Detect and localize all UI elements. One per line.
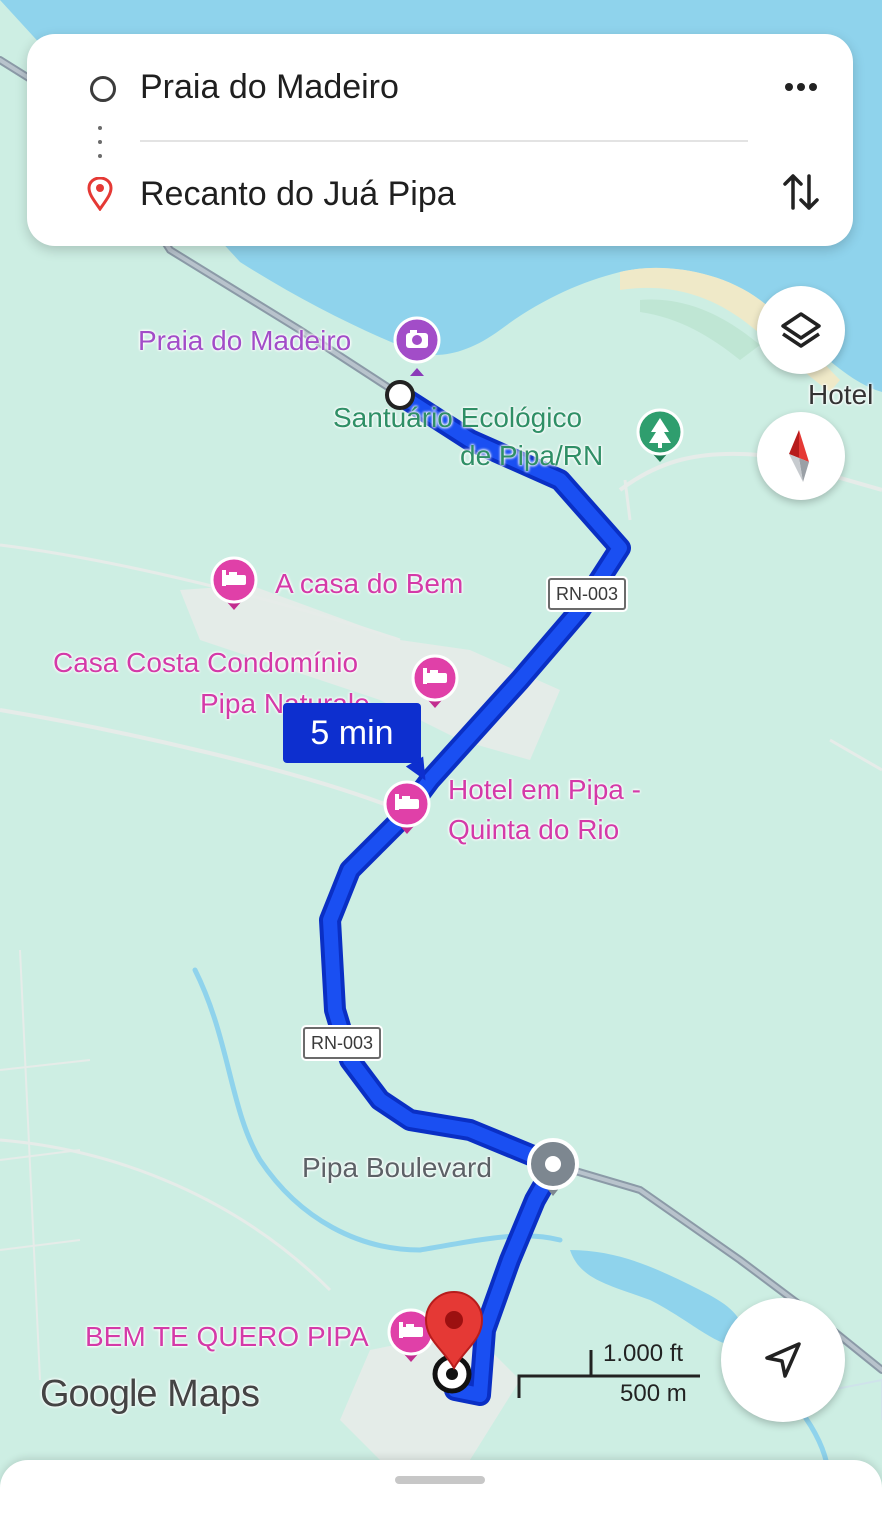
poi-label-a-casa-do-bem[interactable]: A casa do Bem: [275, 564, 463, 604]
poi-label-santuario-line2[interactable]: de Pipa/RN: [460, 436, 603, 476]
scale-feet: 1.000 ft: [603, 1340, 684, 1367]
road-shield-south: RN-003: [303, 1027, 382, 1059]
eta-callout[interactable]: 5 min: [283, 703, 421, 763]
swap-direction-icon[interactable]: [779, 168, 823, 216]
destination-field[interactable]: Recanto do Juá Pipa: [140, 175, 456, 214]
my-location-button[interactable]: [721, 1298, 845, 1422]
poi-label-hotel-quinta[interactable]: Hotel em Pipa -: [448, 770, 641, 810]
bottom-sheet[interactable]: [0, 1460, 882, 1520]
navigation-arrow-icon: [765, 1342, 801, 1378]
destination-pin-icon: [87, 177, 113, 211]
sheet-drag-handle[interactable]: [395, 1476, 485, 1484]
poi-label-bem-te-quero[interactable]: BEM TE QUERO PIPA: [85, 1317, 369, 1357]
poi-label-pipa-boulevard[interactable]: Pipa Boulevard: [302, 1148, 492, 1188]
google-maps-logo: Google Maps: [40, 1373, 260, 1416]
poi-label-casa-costa[interactable]: Casa Costa Condomínio: [53, 643, 358, 683]
scale-meters: 500 m: [620, 1380, 687, 1407]
compass-button[interactable]: [757, 412, 845, 500]
poi-label-praia-do-madeiro[interactable]: Praia do Madeiro: [138, 321, 351, 361]
compass-icon: [789, 430, 809, 482]
road-shield-north: RN-003: [548, 578, 627, 610]
poi-label-hotel-edge[interactable]: Hotel: [808, 375, 873, 415]
layers-button[interactable]: [757, 286, 845, 374]
origin-circle-icon: [90, 76, 116, 102]
maps-wordmark: Maps: [167, 1373, 261, 1415]
poi-label-santuario[interactable]: Santuário Ecológico: [333, 398, 582, 438]
poi-label-hotel-quinta-line2[interactable]: Quinta do Rio: [448, 810, 619, 850]
google-wordmark: Google: [40, 1373, 158, 1415]
field-divider: [140, 140, 748, 142]
connector-dot: [98, 154, 102, 158]
connector-dot: [98, 126, 102, 130]
connector-dot: [98, 140, 102, 144]
layers-icon: [781, 312, 821, 348]
more-options-icon[interactable]: [779, 72, 823, 102]
origin-field[interactable]: Praia do Madeiro: [140, 68, 399, 107]
directions-card: Praia do Madeiro Recanto do Juá Pipa: [27, 34, 853, 246]
